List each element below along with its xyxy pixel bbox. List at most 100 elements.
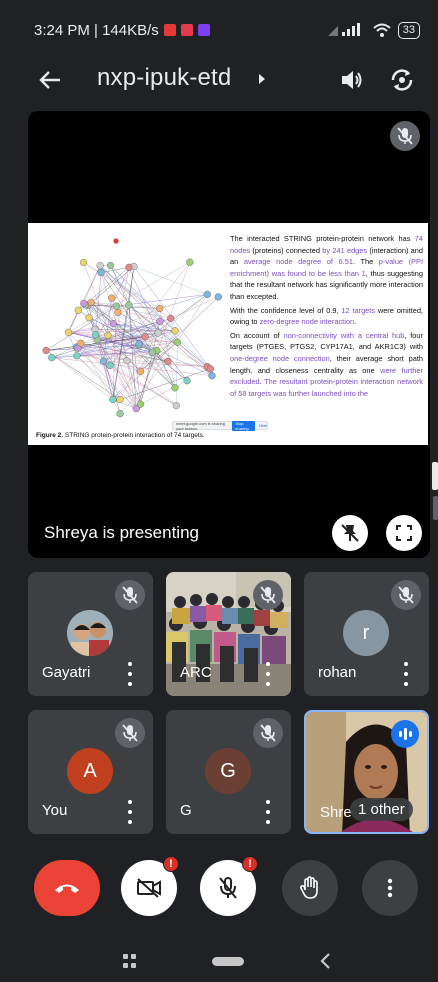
slide-text-segment: by 241 edges xyxy=(322,245,368,255)
mic-off-icon xyxy=(398,586,414,604)
avatar-photo xyxy=(67,610,113,656)
network-node xyxy=(172,401,180,410)
network-node xyxy=(171,384,179,392)
participant-tile-g[interactable]: G G xyxy=(166,710,291,834)
network-node xyxy=(91,331,100,339)
stage-mute-indicator xyxy=(390,121,420,151)
participant-tile-you[interactable]: A You xyxy=(28,710,153,834)
slide-paragraph-2: With the confidence level of 0.9, 12 tar… xyxy=(230,305,423,328)
tile-mute-indicator xyxy=(115,718,145,748)
participant-menu-button[interactable] xyxy=(125,800,135,824)
network-node xyxy=(123,357,131,365)
network-node xyxy=(136,367,145,375)
participant-tile-gayatri[interactable]: Gayatri xyxy=(28,572,153,696)
camera-toggle-button[interactable]: ! xyxy=(121,856,179,916)
network-node xyxy=(108,294,116,302)
network-node xyxy=(136,400,145,408)
slide-text-segment: non-connectivity with a central hub xyxy=(283,330,405,340)
speaker-button[interactable] xyxy=(336,64,368,96)
network-node xyxy=(125,263,133,271)
slide-text-segment: . xyxy=(354,317,357,327)
figure-caption: Figure 2. STRING protein-protein interac… xyxy=(36,432,205,439)
raise-hand-button[interactable] xyxy=(282,860,338,916)
slide-text-segment: one-degree node connection xyxy=(230,353,330,363)
network-node xyxy=(106,261,115,270)
network-edges xyxy=(45,261,219,414)
network-node xyxy=(208,372,216,380)
participant-tile-arc[interactable]: ARC xyxy=(166,572,291,696)
system-nav-bar xyxy=(0,940,438,982)
wifi-icon xyxy=(373,23,391,37)
network-node xyxy=(135,340,143,348)
network-node xyxy=(214,293,222,301)
fullscreen-icon xyxy=(396,525,412,541)
slide-text-segment: 12 targets xyxy=(341,305,376,315)
network-node xyxy=(116,410,124,418)
network-node xyxy=(206,365,214,373)
participant-tile-shreya[interactable]: Shre 1 other xyxy=(304,710,429,834)
slide-text-segment: The interacted STRING protein-protein ne… xyxy=(230,234,415,243)
side-scroll-track xyxy=(433,496,438,520)
chevron-right-icon[interactable] xyxy=(255,72,269,86)
end-call-button[interactable] xyxy=(34,860,100,916)
participant-name: Gayatri xyxy=(42,664,91,681)
app-bar: nxp-ipuk-etd xyxy=(0,60,438,100)
participant-menu-button[interactable] xyxy=(263,662,273,686)
other-participants-badge[interactable]: 1 other xyxy=(350,798,413,821)
side-scroll-handle[interactable] xyxy=(432,462,438,490)
network-node xyxy=(99,357,108,365)
slide-paragraph-1: The interacted STRING protein-protein ne… xyxy=(230,233,423,303)
network-node xyxy=(64,328,73,336)
more-options-button[interactable] xyxy=(362,860,418,916)
participant-name: rohan xyxy=(318,664,357,681)
network-node xyxy=(156,304,164,313)
participant-menu-button[interactable] xyxy=(401,662,411,686)
fullscreen-button[interactable] xyxy=(386,515,422,551)
raise-hand-icon xyxy=(300,876,318,899)
slide-text-segment: average node degree of 6.51 xyxy=(243,257,353,267)
arrow-back-icon xyxy=(39,71,60,89)
network-node xyxy=(171,327,179,335)
share-bar-stop-button: Stop sharing xyxy=(232,420,255,431)
network-node xyxy=(141,333,149,341)
tile-mute-indicator xyxy=(253,718,283,748)
participant-menu-button[interactable] xyxy=(263,800,273,824)
presentation-stage[interactable]: meet.google.com is sharing your screen. … xyxy=(28,111,430,558)
phone-hangup-icon xyxy=(55,884,79,893)
home-button[interactable] xyxy=(212,957,244,966)
slide-text-segment: (proteins) connected xyxy=(250,245,323,255)
participant-menu-button[interactable] xyxy=(125,662,135,686)
slide-body-text: The interacted STRING protein-protein ne… xyxy=(230,233,423,401)
network-node xyxy=(154,329,162,337)
protein-network-figure xyxy=(42,238,222,418)
notification-icon-red xyxy=(163,24,176,36)
signal-icon xyxy=(327,23,360,36)
switch-camera-button[interactable] xyxy=(386,64,418,96)
status-time-speed: 3:24 PM | 144KB/s xyxy=(34,21,159,39)
back-button[interactable] xyxy=(34,64,66,96)
slide-text-segment: With the confidence level of 0.9, xyxy=(230,305,342,315)
mic-off-icon xyxy=(122,586,138,604)
participant-tile-rohan[interactable]: r rohan xyxy=(304,572,429,696)
network-node xyxy=(203,290,211,298)
nav-back-icon[interactable] xyxy=(318,952,334,970)
status-bar: 3:24 PM | 144KB/s 33 xyxy=(0,0,438,60)
status-right: 33 xyxy=(326,21,420,39)
avatar: A xyxy=(67,748,113,794)
battery-indicator: 33 xyxy=(397,21,420,39)
mic-toggle-button[interactable]: ! xyxy=(200,856,258,916)
network-node xyxy=(85,314,93,322)
speaking-indicator-icon xyxy=(391,720,419,748)
share-bar-hide-button: Hide xyxy=(258,423,267,428)
avatar-photo-image xyxy=(67,610,113,656)
network-node xyxy=(116,395,124,404)
participant-name: You xyxy=(42,802,68,819)
network-node xyxy=(74,306,82,314)
notification-icon-pink xyxy=(180,24,193,36)
tile-mute-indicator xyxy=(391,580,421,610)
unpin-button[interactable] xyxy=(332,515,368,551)
recents-button[interactable] xyxy=(123,954,137,968)
network-node xyxy=(164,357,172,366)
figure-caption-text: STRING protein-protein interaction of 74… xyxy=(63,432,205,439)
meeting-title[interactable]: nxp-ipuk-etd xyxy=(97,64,231,92)
